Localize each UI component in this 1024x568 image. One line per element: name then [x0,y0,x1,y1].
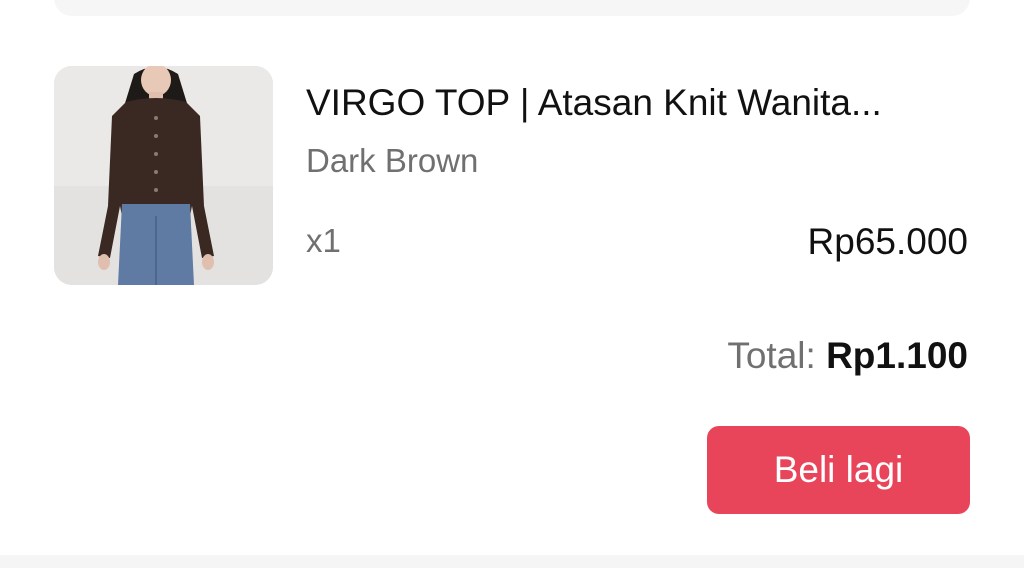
previous-card-edge [54,0,970,16]
product-variant: Dark Brown [306,142,479,179]
product-title[interactable]: VIRGO TOP | Atasan Knit Wanita... [306,80,970,126]
total-label: Total: [727,335,827,376]
order-item-card: VIRGO TOP | Atasan Knit Wanita... Dark B… [0,0,1024,555]
total-value: Rp1.100 [826,335,968,376]
order-total: Total: Rp1.100 [727,334,968,378]
product-price: Rp65.000 [807,221,968,262]
product-thumbnail[interactable] [54,66,273,285]
product-quantity: x1 [306,222,341,259]
buy-again-button[interactable]: Beli lagi [707,426,970,514]
product-photo-icon [54,66,273,285]
